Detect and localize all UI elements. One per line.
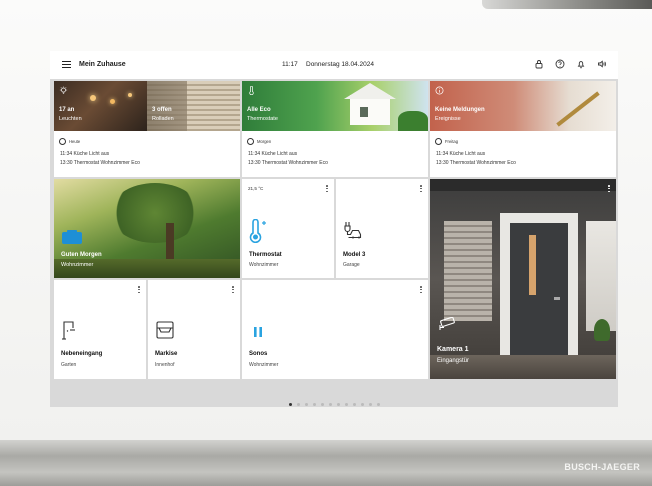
event-line: 13:30 Thermostat Wohnzimmer Eco (436, 160, 516, 166)
events-photo (430, 81, 616, 131)
lights-label: Leuchten (59, 116, 82, 122)
day-label: Heute (69, 139, 81, 144)
door-name: Nebeneingang (61, 351, 103, 357)
brand-logo: BUSCH-JAEGER (564, 462, 640, 472)
awning-icon (156, 321, 174, 339)
background-object (482, 0, 652, 9)
blinds-count: 3 offen (152, 107, 172, 113)
day-label: Freitag (445, 139, 459, 144)
page-indicator[interactable] (50, 393, 618, 407)
thermostats-status: Alle Eco (247, 107, 271, 113)
thermostat-temp: 21,5 °C (248, 186, 264, 191)
more-icon[interactable] (138, 286, 140, 294)
car-charger-tile[interactable]: Model 3 Garage (336, 179, 428, 278)
sonos-tile[interactable]: Sonos Wohnzimmer (242, 280, 428, 379)
thermostat-tile[interactable]: 21,5 °C Thermostat Wohnzimmer (242, 179, 334, 278)
summary-thermostats-tile[interactable]: Alle Eco Thermostate Morgen 11:34 Küche … (242, 81, 428, 177)
page-dot[interactable] (320, 403, 324, 406)
device-base-bar: BUSCH-JAEGER (0, 440, 652, 486)
event-line: 11:34 Küche Licht aus (248, 151, 298, 157)
pause-icon[interactable] (252, 326, 264, 338)
page-dot[interactable] (336, 403, 340, 406)
camera-name: Kamera 1 (437, 346, 469, 353)
more-icon[interactable] (420, 286, 422, 294)
lock-icon[interactable] (534, 59, 544, 69)
camera-icon (439, 317, 455, 330)
page-dot[interactable] (304, 403, 308, 406)
summary-events-tile[interactable]: Keine Meldungen Ereignisse Freitag 11:34… (430, 81, 616, 177)
touch-screen: Mein Zuhause 11:17 Donnerstag 18.04.2024 (50, 51, 618, 407)
bulb-icon (59, 86, 68, 94)
page-dot[interactable] (360, 403, 364, 406)
clock-icon (247, 138, 254, 145)
page-dot[interactable] (312, 403, 316, 406)
page-title: Mein Zuhause (79, 61, 126, 68)
help-icon[interactable] (555, 59, 565, 69)
event-line: 13:30 Thermostat Wohnzimmer Eco (248, 160, 328, 166)
event-line: 11:34 Küche Licht aus (60, 151, 110, 157)
scene-tile[interactable]: Guten Morgen Wohnzimmer (54, 179, 240, 278)
menu-icon[interactable] (62, 61, 71, 69)
page-dot[interactable] (328, 403, 332, 406)
bell-icon[interactable] (576, 59, 586, 69)
camera-room: Eingangstür (437, 358, 470, 364)
event-line: 11:34 Küche Licht aus (436, 151, 486, 157)
page-dot[interactable] (368, 403, 372, 406)
page-dot[interactable] (352, 403, 356, 406)
clock-icon (59, 138, 66, 145)
summary-lights-tile[interactable]: 17 an Leuchten 3 offen Rolladen Heute 11… (54, 81, 240, 177)
more-icon[interactable] (232, 286, 234, 294)
thermostat-name: Thermostat (249, 252, 282, 258)
scene-icon (62, 230, 82, 244)
page-dot[interactable] (344, 403, 348, 406)
page-dot[interactable] (296, 403, 300, 406)
lights-count: 17 an (59, 107, 75, 113)
page-dot[interactable] (376, 403, 380, 406)
more-icon[interactable] (608, 185, 610, 193)
events-label: Ereignisse (435, 116, 461, 122)
awning-name: Markise (155, 351, 178, 357)
awning-tile[interactable]: Markise Innenhof (148, 280, 240, 379)
date-label: Donnerstag 18.04.2024 (306, 61, 374, 68)
thermostats-label: Thermostate (247, 116, 278, 122)
camera-tile[interactable]: Kamera 1 Eingangstür (430, 179, 616, 379)
thermometer-icon (249, 86, 254, 95)
sonos-name: Sonos (249, 351, 268, 357)
door-room: Garten (61, 362, 77, 368)
info-icon (435, 86, 444, 95)
car-name: Model 3 (343, 252, 366, 258)
more-icon[interactable] (420, 185, 422, 193)
more-icon[interactable] (326, 185, 328, 193)
car-charger-icon (344, 222, 362, 239)
clock: 11:17 (282, 61, 298, 68)
thermometer-icon (249, 219, 266, 243)
side-door-tile[interactable]: Nebeneingang Garten (54, 280, 146, 379)
thermostat-room: Wohnzimmer (249, 262, 279, 268)
eco-house-photo (242, 81, 428, 131)
speaker-icon[interactable] (597, 59, 607, 69)
scene-room: Wohnzimmer (61, 262, 94, 268)
car-room: Garage (343, 262, 360, 268)
page-dot[interactable] (288, 403, 292, 406)
sonos-room: Wohnzimmer (249, 362, 279, 368)
blinds-photo (147, 81, 240, 131)
top-bar: Mein Zuhause 11:17 Donnerstag 18.04.2024 (50, 51, 618, 79)
event-line: 13:30 Thermostat Wohnzimmer Eco (60, 160, 140, 166)
blinds-label: Rolladen (152, 116, 174, 122)
events-status: Keine Meldungen (435, 107, 485, 113)
scene-name: Guten Morgen (61, 252, 102, 258)
awning-room: Innenhof (155, 362, 175, 368)
clock-icon (435, 138, 442, 145)
day-label: Morgen (257, 139, 272, 144)
door-icon (62, 321, 75, 340)
